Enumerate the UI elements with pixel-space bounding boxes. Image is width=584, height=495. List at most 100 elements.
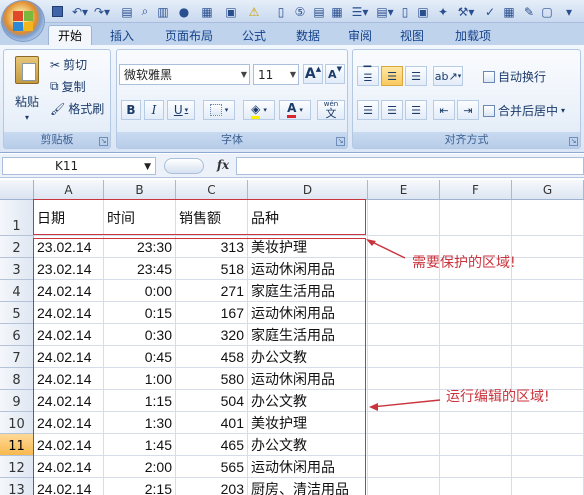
orientation-button[interactable]: ab↗ ▾ (433, 66, 463, 86)
image-icon[interactable]: ▣ (416, 3, 430, 20)
customize-arrow-icon[interactable]: ▾ (560, 3, 578, 20)
formula-input[interactable] (236, 157, 584, 175)
clipboard-group-label: 剪贴板 (4, 132, 110, 148)
alignment-group-label: 对齐方式 (353, 132, 580, 148)
align-top-icon: ▔ ☰ (363, 67, 373, 84)
copy-button[interactable]: ⧉ 复制 (50, 78, 86, 95)
align-bottom-button[interactable]: ☰ (405, 66, 427, 86)
tab-data[interactable]: 数据 (286, 25, 330, 45)
merge-center-button[interactable]: 合并后居中 ▾ (483, 102, 565, 119)
font-family-select[interactable]: 微软雅黑 ▼ (119, 64, 250, 85)
wrap-text-button[interactable]: 自动换行 (483, 68, 546, 85)
redo-icon[interactable]: ↷▾ (92, 3, 112, 20)
align-left-icon: ☰ (363, 103, 373, 117)
grow-font-arrow-icon: ▲ (315, 65, 322, 73)
cut-button[interactable]: ✂ 剪切 (50, 56, 87, 73)
align-center-button[interactable]: ☰ (381, 100, 403, 120)
ribbon: 粘贴 ▾ ✂ 剪切 ⧉ 复制 🖌 格式刷 剪贴板 ↘ 微软雅黑 ▼ 11 ▼ A… (0, 45, 584, 153)
paste-button[interactable]: 粘贴 ▾ (8, 54, 46, 126)
tab-review[interactable]: 审阅 (338, 25, 382, 45)
increase-indent-button[interactable]: ⇥ (457, 100, 479, 120)
camera-icon[interactable]: ▣ (222, 3, 240, 20)
font-launcher-icon[interactable]: ↘ (336, 137, 345, 146)
copy-label: 复制 (61, 80, 86, 94)
orientation-icon: ab↗ (434, 69, 458, 83)
borders-arrow-icon: ▾ (224, 106, 229, 114)
wrap-text-label: 自动换行 (498, 70, 547, 84)
name-box[interactable]: K11 ▼ (2, 157, 156, 175)
paste-label: 粘贴 (14, 95, 39, 109)
format-painter-button[interactable]: 🖌 格式刷 (50, 100, 104, 117)
grow-font-button[interactable]: A ▲ (303, 64, 323, 84)
editable-arrow-head (369, 403, 378, 411)
worksheet-grid: ABCDEFG 1 2 3 4 5 6 7 8 9 10 11 12 13 日期 时间 销售额 品种 23.02… (0, 180, 584, 495)
fill-bucket-icon: ◈ (251, 102, 261, 119)
save-icon[interactable] (50, 3, 64, 20)
fx-button[interactable]: fx (212, 158, 234, 174)
document-icon[interactable]: ▤ (312, 3, 326, 20)
palette-icon[interactable]: ✦ (434, 3, 452, 20)
page-icon[interactable]: ▯ (274, 3, 288, 20)
fill-color-button[interactable]: ◈ ▾ (243, 100, 275, 120)
name-box-value: K11 (55, 159, 79, 173)
format-painter-label: 格式刷 (68, 102, 105, 116)
editable-arrow-line (371, 399, 441, 408)
tab-page-layout[interactable]: 页面布局 (156, 25, 222, 45)
number-icon[interactable]: ⑤ (292, 3, 308, 20)
tab-view[interactable]: 视图 (390, 25, 434, 45)
editable-area-label: 运行编辑的区域! (446, 389, 550, 405)
blank-page-icon[interactable]: ▯ (398, 3, 412, 20)
quick-access-toolbar: ↶▾ ↷▾ ▤ ⌕ ▥ ● ▦ ▣ ⚠ ▯ ⑤ ▤ ▦ ☰▾ ▤▾ ▯ ▣ ✦ … (0, 0, 584, 23)
edit-icon[interactable]: ✎ (522, 3, 536, 20)
clipboard-group: 粘贴 ▾ ✂ 剪切 ⧉ 复制 🖌 格式刷 剪贴板 ↘ (3, 49, 111, 149)
print-preview-icon[interactable]: ▤ (120, 3, 134, 20)
increase-indent-icon: ⇥ (463, 103, 473, 117)
font-color-button[interactable]: A ▾ (279, 100, 311, 120)
window-icon[interactable]: ▢ (540, 3, 554, 20)
fill-color-arrow-icon: ▾ (263, 106, 267, 114)
circle-icon[interactable]: ● (176, 3, 192, 20)
warning-icon[interactable]: ⚠ (246, 3, 262, 20)
formula-bar: K11 ▼ fx (0, 154, 584, 178)
tools-icon[interactable]: ⚒▾ (456, 3, 476, 20)
font-color-label: A (287, 102, 297, 118)
name-box-arrow-icon: ▼ (144, 162, 151, 172)
table-icon[interactable]: ▦ (198, 3, 216, 20)
borders-button[interactable]: ▾ (203, 100, 235, 120)
office-button[interactable] (1, 0, 45, 42)
grid-icon[interactable]: ▦ (502, 3, 516, 20)
zoom-icon[interactable]: ⌕ (138, 3, 152, 20)
underline-button[interactable]: U ▾ (167, 100, 195, 120)
bold-button[interactable]: B (121, 100, 141, 120)
outline-icon[interactable]: ▤▾ (376, 3, 394, 20)
formula-divider-handle[interactable] (164, 158, 204, 174)
italic-button[interactable]: I (144, 100, 164, 120)
check-icon[interactable]: ✓ (482, 3, 498, 20)
align-left-button[interactable]: ☰ (357, 100, 379, 120)
sheet-icon[interactable]: ▦ (330, 3, 344, 20)
tab-home[interactable]: 开始 (48, 25, 92, 45)
phonetic-button[interactable]: wén 文 (317, 100, 345, 120)
tab-formulas[interactable]: 公式 (232, 25, 276, 45)
font-group: 微软雅黑 ▼ 11 ▼ A ▲ A ▼ B I U ▾ ▾ ◈ ▾ A ▾ wén 文 字体… (116, 49, 348, 149)
decrease-indent-button[interactable]: ⇤ (433, 100, 455, 120)
shrink-font-button[interactable]: A ▼ (325, 64, 345, 84)
clipboard-launcher-icon[interactable]: ↘ (99, 137, 108, 146)
align-right-button[interactable]: ☰ (405, 100, 427, 120)
annotation-arrows (366, 239, 441, 411)
align-top-button[interactable]: ▔ ☰ (357, 66, 379, 86)
list-icon[interactable]: ☰▾ (350, 3, 370, 20)
font-family-arrow-icon: ▼ (240, 70, 247, 79)
tab-insert[interactable]: 插入 (100, 25, 144, 45)
tab-addins[interactable]: 加载项 (446, 25, 500, 45)
undo-icon[interactable]: ↶▾ (70, 3, 90, 20)
font-size-arrow-icon: ▼ (289, 70, 296, 79)
merge-center-arrow-icon: ▾ (561, 106, 566, 115)
chart-icon[interactable]: ▥ (156, 3, 170, 20)
scissors-icon: ✂ (50, 57, 61, 72)
brush-icon: 🖌 (50, 101, 66, 116)
align-middle-button[interactable]: ☰ (381, 66, 403, 86)
alignment-launcher-icon[interactable]: ↘ (569, 137, 578, 146)
font-size-select[interactable]: 11 ▼ (253, 64, 299, 85)
align-bottom-icon: ☰ (411, 69, 421, 83)
